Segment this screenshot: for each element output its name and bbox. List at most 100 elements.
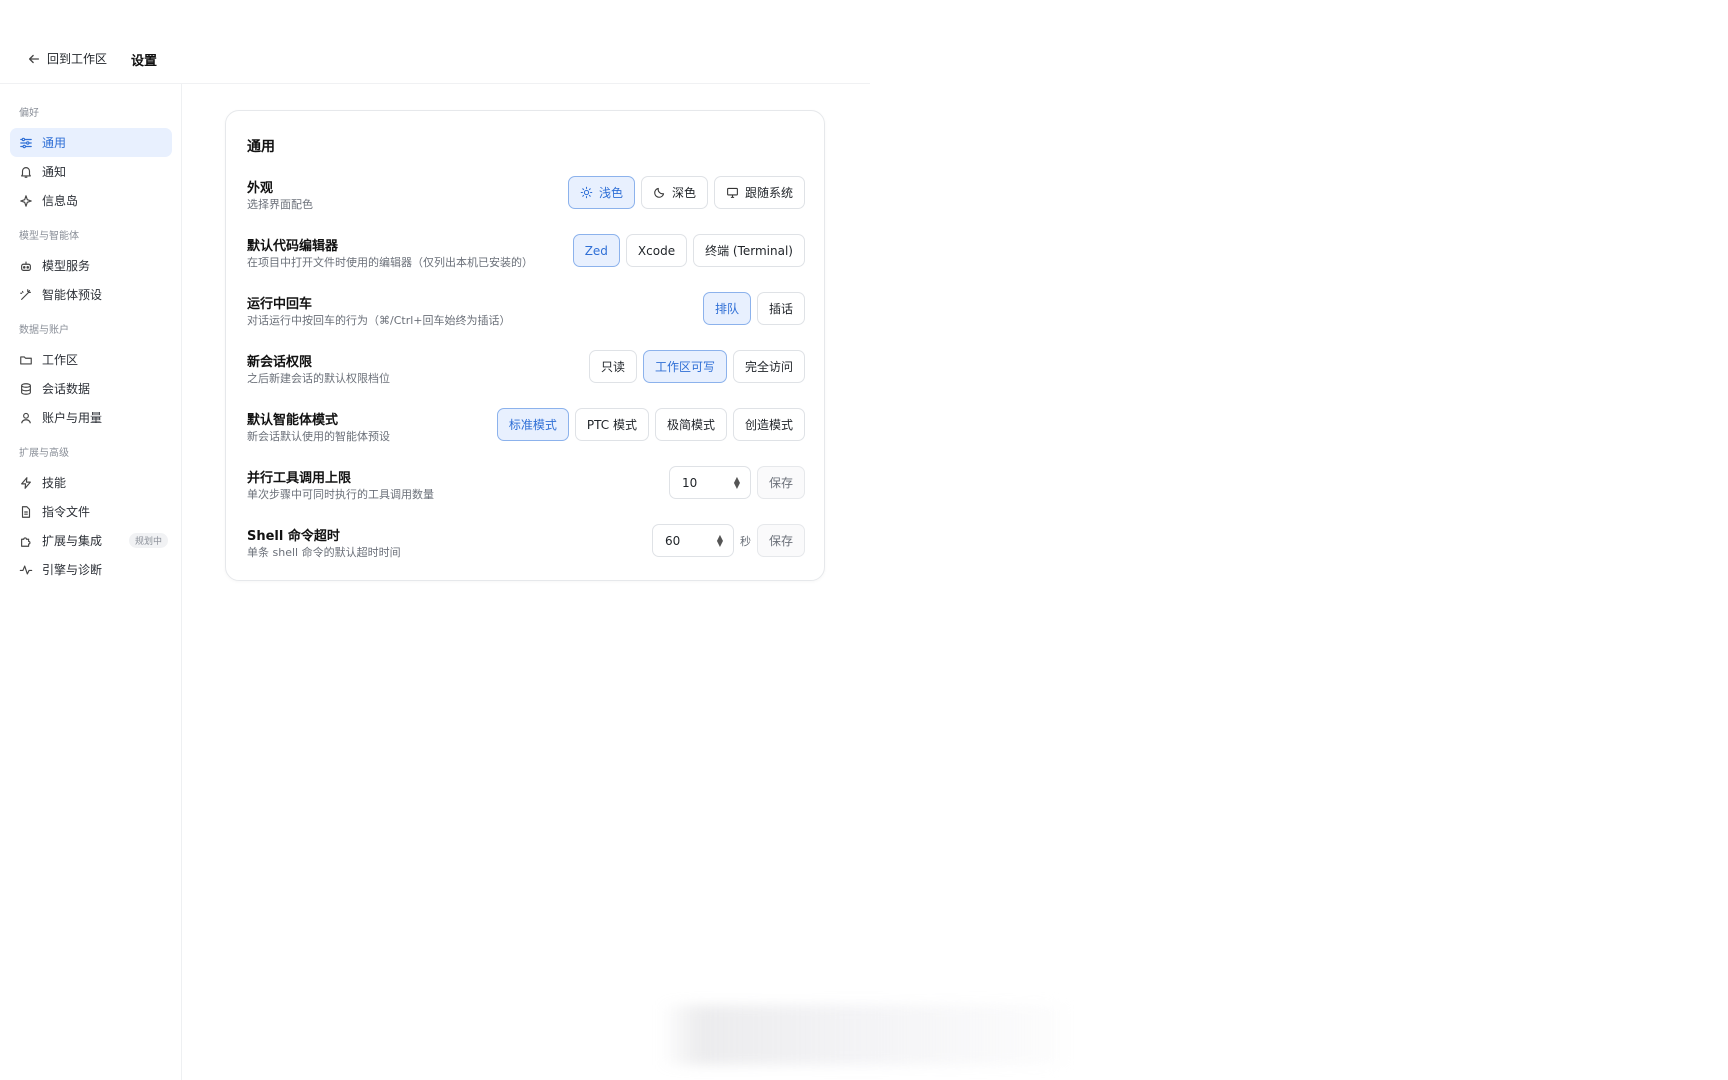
agent-mode-row: 默认智能体模式 新会话默认使用的智能体预设 标准模式 PTC 模式 极简模式 创… [247, 406, 805, 446]
sidebar: 偏好 通用 通知 信息岛 模型与智能体 模型服务 智能体预设 数据与账户 工作区… [0, 84, 182, 1080]
moon-icon [654, 187, 665, 198]
user-icon [21, 412, 31, 423]
card-title: 通用 [247, 139, 275, 155]
option-label: 深色 [671, 186, 696, 200]
nav-group-title: 扩展与高级 [19, 448, 69, 459]
sidebar-item-label: 扩展与集成 [42, 534, 103, 548]
sidebar-item-label: 通知 [42, 165, 67, 179]
row-label: 外观 [247, 181, 274, 196]
row-desc: 单条 shell 命令的默认超时时间 [247, 546, 401, 559]
permission-workspace-write-option[interactable]: 工作区可写 [642, 350, 727, 383]
sidebar-item-instruction-files[interactable]: 指令文件 [10, 497, 172, 526]
sparkle-icon [20, 194, 32, 207]
nav-group-advanced: 扩展与高级 技能 指令文件 扩展与集成 规划中 引擎与诊断 [10, 446, 172, 584]
back-to-workspace-link[interactable]: 回到工作区 [27, 50, 107, 67]
wand-icon [20, 288, 31, 300]
row-desc: 单次步骤中可同时执行的工具调用数量 [247, 488, 434, 501]
sidebar-item-skills[interactable]: 技能 [10, 468, 172, 497]
arrow-left-icon [28, 54, 40, 63]
stepper-arrows-icon[interactable]: ▲ ▼ [734, 475, 740, 489]
sidebar-item-engine-diagnostics[interactable]: 引擎与诊断 [10, 555, 172, 584]
editor-xcode-option[interactable]: Xcode [625, 234, 688, 267]
nav-group-title: 偏好 [19, 108, 39, 119]
sidebar-item-extensions[interactable]: 扩展与集成 规划中 [10, 526, 172, 555]
option-label: 终端 (Terminal) [705, 244, 793, 258]
sidebar-item-label: 模型服务 [42, 259, 91, 273]
mode-ptc-option[interactable]: PTC 模式 [574, 408, 649, 441]
sidebar-item-label: 引擎与诊断 [42, 563, 103, 577]
option-label: Zed [584, 243, 608, 258]
sliders-icon [20, 137, 32, 148]
sidebar-item-agent-presets[interactable]: 智能体预设 [10, 280, 172, 309]
theme-dark-option[interactable]: 深色 [640, 176, 708, 209]
enter-interject-option[interactable]: 插话 [756, 292, 805, 325]
theme-system-option[interactable]: 跟随系统 [713, 176, 805, 209]
option-label: 完全访问 [744, 360, 793, 374]
option-label: 工作区可写 [654, 360, 715, 374]
option-label: 创造模式 [744, 418, 793, 432]
nav-group-models: 模型与智能体 模型服务 智能体预设 [10, 229, 172, 309]
option-label: 插话 [768, 302, 793, 316]
editor-terminal-option[interactable]: 终端 (Terminal) [693, 234, 805, 267]
option-label: Xcode [637, 243, 676, 258]
row-label: Shell 命令超时 [247, 529, 340, 544]
sidebar-item-label: 指令文件 [42, 505, 91, 519]
sidebar-item-notifications[interactable]: 通知 [10, 157, 172, 186]
enter-queue-option[interactable]: 排队 [702, 292, 751, 325]
shell-timeout-input[interactable] [664, 533, 705, 548]
sidebar-item-label: 工作区 [42, 353, 79, 367]
bot-icon [21, 261, 31, 271]
row-label: 并行工具调用上限 [247, 471, 352, 486]
session-permission-row: 新会话权限 之后新建会话的默认权限档位 只读 工作区可写 完全访问 [247, 348, 805, 388]
sidebar-item-general[interactable]: 通用 [10, 128, 172, 157]
shell-timeout-save-button[interactable]: 保存 [756, 524, 805, 557]
theme-light-option[interactable]: 浅色 [567, 176, 635, 209]
default-editor-row: 默认代码编辑器 在项目中打开文件时使用的编辑器（仅列出本机已安装的） Zed X… [247, 232, 805, 272]
bolt-icon [21, 476, 31, 489]
mode-standard-option[interactable]: 标准模式 [496, 408, 569, 441]
sun-icon [580, 186, 593, 199]
nav-group-title: 模型与智能体 [19, 231, 79, 242]
stepper-arrows-icon[interactable]: ▲ ▼ [717, 533, 723, 547]
permission-readonly-option[interactable]: 只读 [588, 350, 637, 383]
database-icon [21, 382, 31, 395]
sidebar-item-workspace[interactable]: 工作区 [10, 345, 172, 374]
parallel-limit-stepper[interactable]: ▲▼ [668, 466, 751, 499]
nav-group-preferences: 偏好 通用 通知 信息岛 [10, 106, 172, 215]
page-title: 设置 [131, 54, 158, 69]
nav-group-title: 数据与账户 [19, 325, 69, 336]
sidebar-item-session-data[interactable]: 会话数据 [10, 374, 172, 403]
shell-timeout-stepper[interactable]: ▲▼ [651, 524, 734, 557]
general-settings-card: 通用 外观 选择界面配色 浅色 深色 跟随系统 默认代码编辑器 在项目中打开文件… [225, 110, 825, 581]
sidebar-item-model-service[interactable]: 模型服务 [10, 251, 172, 280]
option-label: 极简模式 [666, 418, 715, 432]
parallel-limit-save-button[interactable]: 保存 [756, 466, 805, 499]
enter-while-running-row: 运行中回车 对话运行中按回车的行为（⌘/Ctrl+回车始终为插话） 排队 插话 [247, 290, 805, 330]
permission-full-access-option[interactable]: 完全访问 [732, 350, 805, 383]
seconds-unit: 秒 [739, 534, 751, 548]
row-label: 运行中回车 [247, 297, 313, 312]
parallel-tool-limit-row: 并行工具调用上限 单次步骤中可同时执行的工具调用数量 ▲▼ 保存 [247, 464, 805, 504]
sidebar-item-info-island[interactable]: 信息岛 [10, 186, 172, 215]
top-bar: 回到工作区 设置 [0, 0, 870, 84]
row-desc: 之后新建会话的默认权限档位 [247, 372, 390, 385]
row-desc: 在项目中打开文件时使用的编辑器（仅列出本机已安装的） [247, 256, 533, 269]
sidebar-item-label: 账户与用量 [42, 411, 103, 425]
sidebar-item-account-usage[interactable]: 账户与用量 [10, 403, 172, 432]
planned-badge: 规划中 [129, 533, 169, 548]
option-label: 排队 [714, 302, 739, 316]
row-label: 新会话权限 [247, 355, 313, 370]
sidebar-item-label: 信息岛 [42, 194, 79, 208]
option-label: 标准模式 [508, 418, 557, 432]
bell-icon [21, 166, 31, 178]
row-label: 默认智能体模式 [247, 413, 339, 428]
editor-zed-option[interactable]: Zed [572, 234, 620, 267]
appearance-row: 外观 选择界面配色 浅色 深色 跟随系统 [247, 174, 805, 214]
mode-minimal-option[interactable]: 极简模式 [654, 408, 727, 441]
mode-creative-option[interactable]: 创造模式 [732, 408, 805, 441]
row-desc: 新会话默认使用的智能体预设 [247, 430, 390, 443]
parallel-limit-input[interactable] [681, 475, 722, 490]
activity-icon [19, 564, 33, 575]
monitor-icon [727, 187, 738, 198]
option-label: 浅色 [598, 186, 623, 200]
